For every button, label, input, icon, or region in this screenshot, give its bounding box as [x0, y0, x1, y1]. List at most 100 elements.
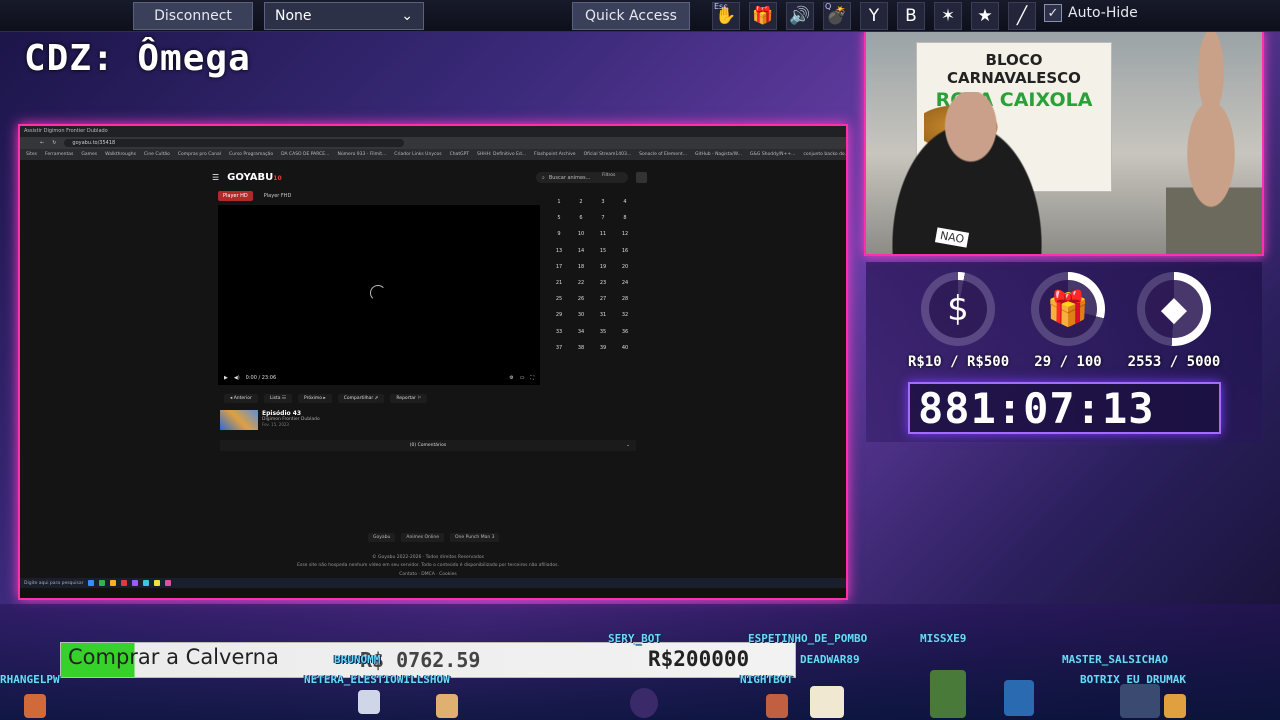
episode-button[interactable]: 38 — [570, 340, 592, 356]
episode-button[interactable]: 10 — [570, 226, 592, 242]
bookmark-item[interactable]: Walkthroughs — [105, 152, 136, 157]
taskbar-app-icon[interactable] — [132, 580, 139, 586]
reload-icon[interactable]: ↻ — [52, 140, 56, 146]
list-button[interactable]: Lista ☷ — [263, 394, 292, 403]
episode-button[interactable]: 31 — [592, 307, 614, 323]
taskbar-app-icon[interactable] — [121, 580, 128, 586]
tab-player-fhd[interactable]: Player FHD — [259, 191, 297, 201]
share-button[interactable]: Compartilhar ⇗ — [337, 394, 385, 403]
bookmark-item[interactable]: GitHub - Nagista/W... — [695, 152, 742, 157]
episode-button[interactable]: 4 — [614, 194, 636, 210]
bookmark-item[interactable]: Compras pro Canal — [178, 152, 221, 157]
taskbar-app-icon[interactable] — [154, 580, 161, 586]
episode-button[interactable]: 32 — [614, 307, 636, 323]
comments-toggle[interactable]: (0) Comentários ⌄ — [220, 440, 636, 451]
episode-button[interactable]: 5 — [548, 210, 570, 226]
episode-button[interactable]: 15 — [592, 243, 614, 259]
episode-button[interactable]: 29 — [548, 307, 570, 323]
episode-button[interactable]: 20 — [614, 259, 636, 275]
back-icon[interactable]: ← — [40, 140, 44, 146]
footer-link[interactable]: Goyabu — [368, 533, 396, 542]
theater-icon[interactable]: ▭ — [520, 375, 525, 381]
browser-tab[interactable]: Assistir Digimon Frontier Dublado — [20, 126, 846, 137]
star-icon[interactable]: ★ — [971, 2, 999, 30]
episode-button[interactable]: 23 — [592, 275, 614, 291]
auto-hide-toggle[interactable]: ✓ Auto-Hide — [1044, 4, 1138, 22]
bookmark-item[interactable]: Games — [81, 152, 97, 157]
episode-card[interactable]: Episódio 43 Digimon Frontier Dublado Fev… — [220, 410, 320, 430]
episode-button[interactable]: 30 — [570, 307, 592, 323]
footer-link[interactable]: One Punch Man 3 — [450, 533, 500, 542]
bookmark-item[interactable]: Criador Links Unycos — [394, 152, 441, 157]
taskbar-app-icon[interactable] — [88, 580, 95, 586]
report-button[interactable]: Reportar ⚐ — [390, 394, 428, 403]
slingshot-icon[interactable]: Y — [860, 2, 888, 30]
bookmark-item[interactable]: Ferramentas — [45, 152, 73, 157]
footer-link[interactable]: Animes Online — [401, 533, 444, 542]
tab-player-hd[interactable]: Player HD — [218, 191, 253, 201]
episode-button[interactable]: 6 — [570, 210, 592, 226]
episode-button[interactable]: 35 — [592, 324, 614, 340]
bomb-icon[interactable]: 💣 Q — [823, 2, 851, 30]
episode-button[interactable]: 18 — [570, 259, 592, 275]
hand-icon[interactable]: ✋ Esc — [712, 2, 740, 30]
user-icon[interactable] — [636, 172, 647, 183]
taskbar-app-icon[interactable] — [99, 580, 106, 586]
bookmark-item[interactable]: Oficial Stream1403... — [584, 152, 632, 157]
episode-button[interactable]: 19 — [592, 259, 614, 275]
episode-button[interactable]: 27 — [592, 291, 614, 307]
bookmark-item[interactable]: Número 933 - Filmit... — [337, 152, 386, 157]
episode-button[interactable]: 2 — [570, 194, 592, 210]
bookmark-item[interactable]: Sites — [26, 152, 37, 157]
episode-button[interactable]: 1 — [548, 194, 570, 210]
episode-button[interactable]: 7 — [592, 210, 614, 226]
bookmark-item[interactable]: conjunto backo do... — [803, 152, 846, 157]
settings-gear-icon[interactable]: ⚙ — [509, 375, 513, 381]
episode-button[interactable]: 13 — [548, 243, 570, 259]
episode-button[interactable]: 12 — [614, 226, 636, 242]
episode-button[interactable]: 8 — [614, 210, 636, 226]
episode-button[interactable]: 37 — [548, 340, 570, 356]
episode-button[interactable]: 3 — [592, 194, 614, 210]
episode-button[interactable]: 21 — [548, 275, 570, 291]
episode-button[interactable]: 28 — [614, 291, 636, 307]
bookmark-item[interactable]: SHHH: Definitivo Ed... — [477, 152, 526, 157]
mode-select[interactable]: None ⌄ — [264, 2, 424, 30]
bug-icon[interactable]: ✶ — [934, 2, 962, 30]
volume-icon[interactable]: ◀) — [234, 375, 240, 381]
episode-button[interactable]: 22 — [570, 275, 592, 291]
filter-button[interactable]: Filtros — [602, 173, 615, 178]
episode-button[interactable]: 17 — [548, 259, 570, 275]
bookmark-item[interactable]: Flashpoint Archive — [534, 152, 576, 157]
episode-button[interactable]: 9 — [548, 226, 570, 242]
url-input[interactable]: goyabu.to/35418 — [64, 139, 405, 147]
episode-button[interactable]: 39 — [592, 340, 614, 356]
episode-button[interactable]: 11 — [592, 226, 614, 242]
episode-button[interactable]: 26 — [570, 291, 592, 307]
site-logo[interactable]: GOYABU10 — [227, 172, 281, 183]
gift-icon[interactable]: 🎁 — [749, 2, 777, 30]
taskbar-app-icon[interactable] — [143, 580, 150, 586]
speaker-icon[interactable]: 🔊 — [786, 2, 814, 30]
bookmark-item[interactable]: G&G Shoddy/N++... — [750, 152, 795, 157]
play-icon[interactable]: ▶ — [224, 375, 228, 381]
bookmark-item[interactable]: ChatGPT — [450, 152, 469, 157]
bookmark-item[interactable]: Sonacle of Element... — [639, 152, 687, 157]
taskbar-app-icon[interactable] — [165, 580, 172, 586]
footer-small-links[interactable]: Contato · DMCA · Cookies — [220, 572, 636, 577]
checkbox-checked-icon[interactable]: ✓ — [1044, 4, 1062, 22]
bookmark-item[interactable]: Cine Cultão — [144, 152, 170, 157]
syringe-icon[interactable]: ╱ — [1008, 2, 1036, 30]
episode-button[interactable]: 24 — [614, 275, 636, 291]
bookmark-item[interactable]: DA CASO DE PARCE... — [281, 152, 329, 157]
quick-access-button[interactable]: Quick Access — [572, 2, 690, 30]
episode-button[interactable]: 14 — [570, 243, 592, 259]
video-player[interactable]: ▶ ◀) 0:00 / 23:06 ⚙ ▭ ⛶ — [218, 205, 540, 385]
disconnect-button[interactable]: Disconnect — [133, 2, 253, 30]
bookmark-item[interactable]: Curso Programação — [229, 152, 273, 157]
b-icon[interactable]: B — [897, 2, 925, 30]
previous-button[interactable]: ◂ Anterior — [224, 394, 258, 403]
next-button[interactable]: Próximo ▸ — [297, 394, 332, 403]
taskbar-search[interactable]: Digite aqui para pesquisar — [24, 581, 83, 586]
episode-button[interactable]: 36 — [614, 324, 636, 340]
